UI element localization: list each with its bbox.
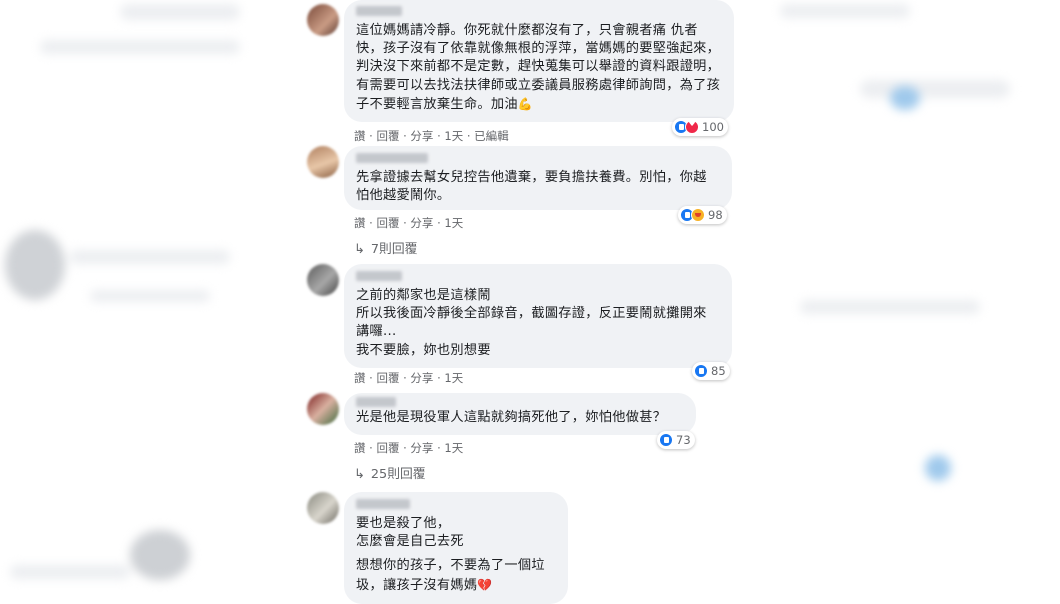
comment-text: 要也是殺了他， 怎麼會是自己去死 [356, 516, 464, 550]
avatar[interactable] [307, 264, 339, 296]
reaction-count: 73 [676, 433, 691, 447]
comment-text: 先拿證據去幫女兒控告他遺棄，要負擔扶養費。別怕，你越怕他越愛鬧你。 [356, 170, 707, 204]
reaction-summary[interactable]: 85 [692, 362, 730, 380]
like-reaction-icon [694, 364, 708, 378]
comment-actions[interactable]: 讚 · 回覆 · 分享 · 1天 [354, 370, 463, 386]
reaction-count: 85 [711, 364, 726, 378]
comment-bubble: 這位媽媽請冷靜。你死就什麼都沒有了，只會親者痛 仇者快，孩子沒有了依靠就像無根的… [344, 0, 734, 122]
comment-bubble: 光是他是現役軍人這點就夠搞死他了，妳怕他做甚？ [344, 393, 696, 435]
blurred-username[interactable] [356, 397, 396, 407]
reply-arrow-icon: ↳ [354, 242, 365, 257]
comment-text: 這位媽媽請冷靜。你死就什麼都沒有了，只會親者痛 仇者快，孩子沒有了依靠就像無根的… [356, 23, 721, 112]
reaction-count: 98 [708, 208, 723, 222]
broken-heart-emoji: 💔 [477, 577, 493, 592]
comment-bubble: 先拿證據去幫女兒控告他遺棄，要負擔扶養費。別怕，你越怕他越愛鬧你。 [344, 146, 732, 210]
comment-actions[interactable]: 讚 · 回覆 · 分享 · 1天 [354, 215, 463, 231]
view-replies-link[interactable]: ↳ 25則回覆 [354, 463, 426, 482]
reaction-summary[interactable]: 100 [672, 118, 728, 136]
blurred-username[interactable] [356, 6, 402, 16]
comment-bubble: 要也是殺了他， 怎麼會是自己去死 想想你的孩子，不要為了一個垃圾，讓孩子沒有媽媽… [344, 492, 568, 604]
like-reaction-icon [659, 433, 673, 447]
view-replies-link[interactable]: ↳ 7則回覆 [354, 238, 417, 257]
flexed-biceps-emoji: 💪 [517, 96, 534, 111]
avatar[interactable] [307, 492, 339, 524]
comments-panel: 這位媽媽請冷靜。你死就什麼都沒有了，只會親者痛 仇者快，孩子沒有了依靠就像無根的… [300, 0, 760, 604]
reaction-summary[interactable]: 98 [678, 206, 727, 224]
reaction-summary[interactable]: 73 [657, 431, 695, 449]
comment-bubble: 之前的鄰家也是這樣鬧 所以我後面冷靜後全部錄音，截圖存證，反正要鬧就攤開來講囉.… [344, 264, 732, 368]
avatar[interactable] [307, 4, 339, 36]
reply-arrow-icon: ↳ [354, 467, 365, 482]
comment-actions[interactable]: 讚 · 回覆 · 分享 · 1天 · 已編輯 [354, 128, 509, 144]
avatar[interactable] [307, 393, 339, 425]
reaction-count: 100 [702, 120, 724, 134]
blurred-username[interactable] [356, 499, 410, 509]
comment-actions[interactable]: 讚 · 回覆 · 分享 · 1天 [354, 440, 463, 456]
blurred-username[interactable] [356, 271, 402, 281]
comment-text: 之前的鄰家也是這樣鬧 所以我後面冷靜後全部錄音，截圖存證，反正要鬧就攤開來講囉.… [356, 288, 707, 358]
comment-text: 想想你的孩子，不要為了一個垃圾，讓孩子沒有媽媽 [356, 558, 545, 593]
avatar[interactable] [307, 146, 339, 178]
blurred-username[interactable] [356, 153, 428, 163]
care-reaction-icon [691, 208, 705, 222]
love-reaction-icon [685, 119, 699, 134]
comment-text: 光是他是現役軍人這點就夠搞死他了，妳怕他做甚？ [356, 410, 667, 425]
